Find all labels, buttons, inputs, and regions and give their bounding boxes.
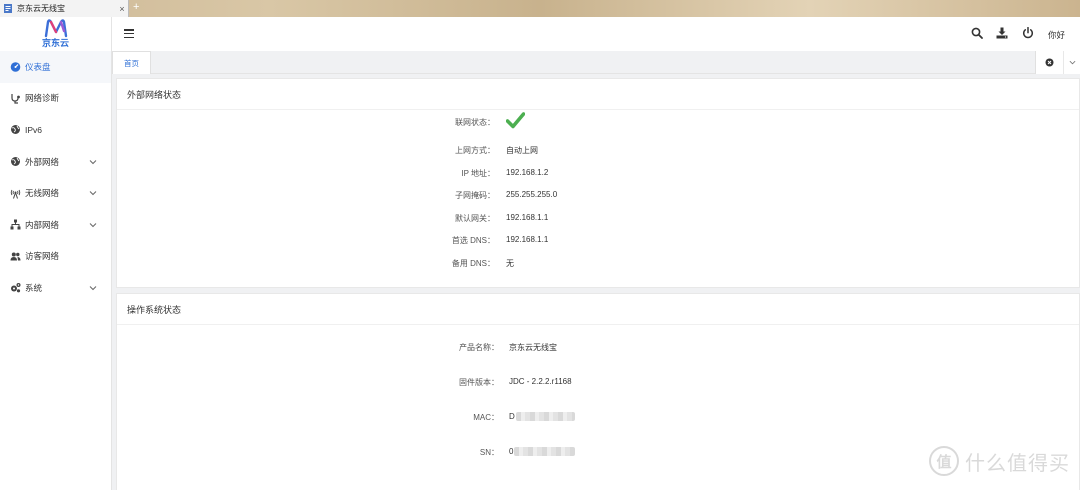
sitemap-icon (10, 219, 21, 230)
sidebar-item-label: 系统 (25, 282, 43, 293)
sidebar-item-label: 内部网络 (25, 219, 60, 230)
globe-icon (10, 124, 21, 135)
cogs-icon (10, 282, 21, 293)
status-row: 产品名称： 京东云无线宝 (117, 342, 1079, 356)
sidebar-item-label: 访客网络 (25, 251, 60, 262)
status-row: 备用 DNS： 无 (117, 258, 1079, 272)
row-label: SN： (479, 448, 499, 457)
browser-tab-strip: 京东云无线宝 × + (0, 0, 1080, 17)
globe-icon (10, 156, 21, 167)
top-header: 你好 (112, 17, 1080, 51)
sidebar-item-guest-network[interactable]: 访客网络 (0, 241, 111, 273)
sidebar: 京东云 仪表盘 网络诊断 IPv6 外部网络 无线网络 内部网络 访客网络 系统 (0, 17, 112, 490)
wifi-tower-icon (10, 188, 21, 199)
row-label: IP 地址： (461, 169, 495, 178)
sidebar-item-label: 无线网络 (25, 188, 60, 199)
tab-home[interactable]: 首页 (112, 51, 151, 74)
panel-title: 外部网络状态 (117, 79, 1079, 110)
jdcloud-logo-icon (44, 19, 67, 38)
status-row: 子网掩码： 255.255.255.0 (117, 190, 1079, 204)
chevron-down-icon (89, 222, 97, 227)
sidebar-item-system[interactable]: 系统 (0, 272, 111, 304)
chevron-down-icon (89, 159, 97, 164)
row-value: 京东云无线宝 (509, 343, 557, 352)
sidebar-item-wireless-network[interactable]: 无线网络 (0, 177, 111, 209)
row-label: 联网状态： (455, 118, 495, 127)
watermark: 值 什么值得买 (929, 446, 1070, 476)
search-icon[interactable] (971, 27, 983, 39)
user-greeting[interactable]: 你好 (1048, 29, 1065, 41)
panel-title: 操作系统状态 (117, 294, 1079, 325)
chevron-down-icon (89, 191, 97, 196)
online-check-icon (505, 112, 526, 131)
sn-value-visible: 0 (509, 447, 514, 456)
sidebar-item-label: 仪表盘 (25, 61, 51, 72)
sidebar-item-external-network[interactable]: 外部网络 (0, 146, 111, 178)
row-label: 上网方式： (455, 146, 495, 155)
browser-tab-close-icon[interactable]: × (116, 4, 128, 14)
power-icon[interactable] (1022, 27, 1034, 39)
watermark-badge: 值 (929, 446, 959, 476)
row-value: 无 (506, 259, 514, 268)
row-label: 固件版本： (459, 378, 499, 387)
mac-value-visible: D (509, 412, 515, 421)
page-tab-bar: 首页 (112, 51, 1080, 74)
sidebar-item-network-diagnosis[interactable]: 网络诊断 (0, 83, 111, 115)
row-value: JDC - 2.2.2.r1168 (509, 377, 572, 386)
tab-tools (1035, 51, 1080, 74)
sidebar-item-label: IPv6 (25, 124, 43, 135)
sidebar-item-internal-network[interactable]: 内部网络 (0, 209, 111, 241)
row-value: 255.255.255.0 (506, 190, 558, 199)
browser-tab[interactable]: 京东云无线宝 × (0, 0, 129, 17)
chevron-down-icon (1069, 60, 1075, 65)
dashboard-icon (10, 61, 21, 73)
status-row: 上网方式： 自动上网 (117, 145, 1079, 159)
status-row: 首选 DNS： 192.168.1.1 (117, 235, 1079, 249)
status-row: 固件版本： JDC - 2.2.2.r1168 (117, 377, 1079, 391)
row-label: 产品名称： (459, 343, 499, 352)
stethoscope-icon (10, 93, 21, 104)
tab-close-all-button[interactable] (1036, 51, 1064, 74)
new-tab-button[interactable]: + (133, 1, 139, 13)
status-row: IP 地址： 192.168.1.2 (117, 168, 1079, 182)
tab-menu-dropdown[interactable] (1064, 59, 1080, 66)
chevron-down-icon (89, 286, 97, 291)
external-network-status-panel: 外部网络状态 联网状态： 上网方式： 自动上网 IP 地址： 192.168.1… (116, 78, 1080, 288)
sidebar-item-ipv6[interactable]: IPv6 (0, 114, 111, 146)
row-value: 自动上网 (506, 146, 538, 155)
watermark-text: 什么值得买 (965, 450, 1070, 475)
row-label: 子网掩码： (455, 191, 495, 200)
row-value: 192.168.1.1 (506, 213, 549, 222)
sidebar-item-label: 外部网络 (25, 156, 60, 167)
sn-value: 0 (509, 447, 576, 457)
brand-logo[interactable]: 京东云 (0, 17, 111, 51)
download-icon[interactable] (996, 27, 1008, 39)
row-label: 首选 DNS： (451, 236, 495, 245)
mac-value: D (509, 412, 575, 422)
status-row: 联网状态： (117, 112, 1079, 131)
status-row: MAC： D (117, 412, 1079, 426)
row-value: 192.168.1.2 (506, 168, 549, 177)
redacted-blur (514, 447, 576, 457)
row-value: 192.168.1.1 (506, 235, 549, 244)
browser-tab-title: 京东云无线宝 (17, 4, 65, 13)
close-circle-icon (1045, 58, 1054, 67)
row-label: MAC： (473, 413, 499, 422)
sidebar-item-label: 网络诊断 (25, 93, 60, 104)
logo-text: 京东云 (41, 38, 69, 48)
status-row: 默认网关： 192.168.1.1 (117, 213, 1079, 227)
menu-toggle-icon[interactable] (124, 29, 134, 39)
row-label: 备用 DNS： (451, 259, 495, 268)
row-label: 默认网关： (455, 214, 495, 223)
page-favicon-icon (4, 4, 12, 13)
sidebar-item-dashboard[interactable]: 仪表盘 (0, 51, 111, 83)
users-icon (10, 251, 21, 262)
redacted-blur (515, 412, 575, 422)
